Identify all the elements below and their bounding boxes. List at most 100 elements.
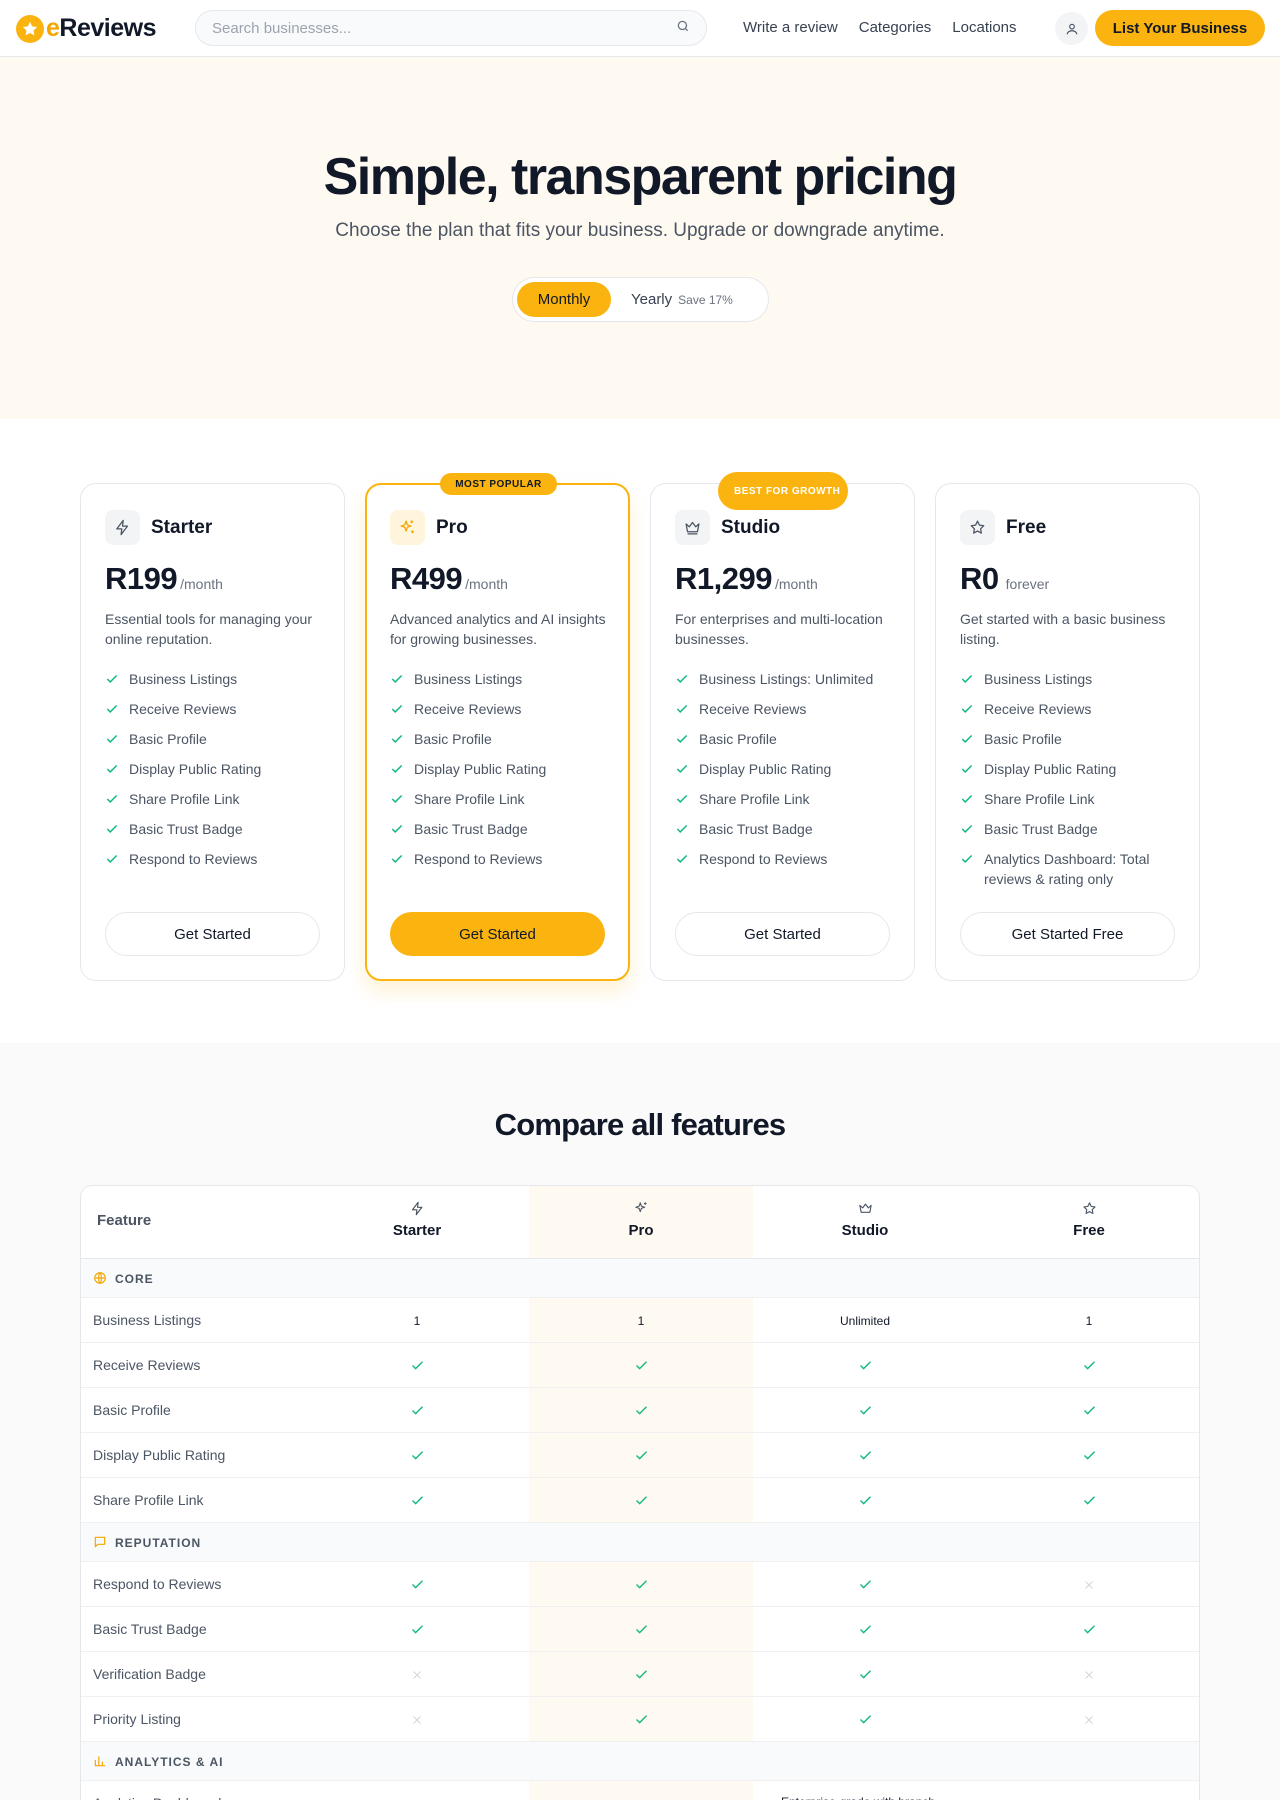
plan-description: Advanced analytics and AI insights for g… bbox=[390, 611, 606, 647]
table-row: Share Profile Link bbox=[81, 1478, 1199, 1523]
check-icon bbox=[676, 734, 688, 743]
check-icon bbox=[529, 1478, 753, 1523]
check-icon bbox=[106, 854, 118, 863]
search-icon[interactable] bbox=[676, 19, 690, 38]
check-icon bbox=[977, 1388, 1199, 1433]
section-header: ANALYTICS & AI bbox=[81, 1742, 1199, 1781]
feature-item: Respond to Reviews bbox=[105, 849, 330, 869]
cross-icon bbox=[977, 1562, 1199, 1607]
feature-list: Business Listings Receive Reviews Basic … bbox=[105, 669, 330, 879]
plan-name: Studio bbox=[721, 517, 781, 538]
feature-item: Receive Reviews bbox=[960, 699, 1185, 719]
search-input[interactable] bbox=[212, 19, 676, 37]
cross-icon bbox=[305, 1652, 529, 1697]
nav-locations[interactable]: Locations bbox=[952, 19, 1016, 36]
column-header-pro: Pro bbox=[529, 1201, 753, 1239]
billing-toggle: Monthly Yearly Save 17% bbox=[512, 277, 769, 322]
plan-name: Free bbox=[1006, 517, 1047, 538]
lightning-icon bbox=[105, 510, 140, 545]
check-icon bbox=[961, 764, 973, 773]
check-icon bbox=[391, 764, 403, 773]
feature-item: Share Profile Link bbox=[105, 789, 330, 809]
table-row: Respond to Reviews bbox=[81, 1562, 1199, 1607]
globe-icon bbox=[93, 1271, 107, 1290]
table-row: Basic Trust Badge bbox=[81, 1607, 1199, 1652]
plan-card-starter: Starter R199 /month Essential tools for … bbox=[80, 483, 345, 981]
check-icon bbox=[305, 1433, 529, 1478]
crown-icon bbox=[753, 1201, 977, 1219]
feature-item: Display Public Rating bbox=[675, 759, 900, 779]
get-started-free-button[interactable]: Get Started Free bbox=[960, 912, 1175, 956]
toggle-yearly-label: Yearly bbox=[631, 291, 673, 308]
check-icon bbox=[676, 674, 688, 683]
cross-icon bbox=[305, 1697, 529, 1742]
user-icon[interactable] bbox=[1055, 12, 1088, 45]
check-icon bbox=[977, 1343, 1199, 1388]
table-cell: 1 bbox=[1085, 1313, 1093, 1328]
toggle-monthly[interactable]: Monthly bbox=[517, 282, 611, 317]
section-header: CORE bbox=[81, 1259, 1199, 1298]
nav-write-review[interactable]: Write a review bbox=[743, 19, 838, 36]
compare-title: Compare all features bbox=[494, 1107, 786, 1142]
check-icon bbox=[106, 764, 118, 773]
check-icon bbox=[753, 1652, 977, 1697]
get-started-button[interactable]: Get Started bbox=[105, 912, 320, 956]
get-started-button[interactable]: Get Started bbox=[390, 912, 605, 956]
plan-price: R1,299 bbox=[675, 561, 772, 596]
table-cell: Enterprise-grade with branch bbox=[753, 1781, 977, 1800]
check-icon bbox=[391, 854, 403, 863]
nav-categories[interactable]: Categories bbox=[859, 19, 932, 36]
crown-icon bbox=[675, 510, 710, 545]
feature-column-header: Feature bbox=[97, 1212, 152, 1229]
feature-item: Respond to Reviews bbox=[675, 849, 900, 869]
feature-item: Share Profile Link bbox=[675, 789, 900, 809]
feature-name: Priority Listing bbox=[93, 1711, 181, 1727]
feature-item: Display Public Rating bbox=[960, 759, 1185, 779]
check-icon bbox=[753, 1433, 977, 1478]
feature-item: Display Public Rating bbox=[390, 759, 615, 779]
save-label: Save 17% bbox=[678, 292, 733, 307]
most-popular-badge: MOST POPULAR bbox=[440, 473, 557, 495]
check-icon bbox=[961, 734, 973, 743]
feature-item: Business Listings bbox=[960, 669, 1185, 689]
column-header-studio: Studio bbox=[753, 1201, 977, 1239]
check-icon bbox=[391, 674, 403, 683]
plan-period: /month bbox=[774, 576, 818, 592]
feature-item: Business Listings: Unlimited bbox=[675, 669, 900, 689]
message-square-icon bbox=[93, 1535, 107, 1554]
feature-name: Business Listings bbox=[93, 1312, 202, 1328]
check-icon bbox=[676, 824, 688, 833]
compare-table: Feature Starter Pro Studio Free CORE Busi… bbox=[80, 1185, 1200, 1800]
check-icon bbox=[676, 854, 688, 863]
table-row: Business Listings 1 1 Unlimited 1 bbox=[81, 1298, 1199, 1343]
feature-name: Receive Reviews bbox=[93, 1357, 201, 1373]
feature-list: Business Listings Receive Reviews Basic … bbox=[960, 669, 1185, 899]
table-cell: Unlimited bbox=[839, 1313, 890, 1328]
logo[interactable]: eReviews bbox=[16, 14, 156, 43]
toggle-yearly[interactable]: Yearly Save 17% bbox=[631, 282, 733, 317]
feature-list: Business Listings: Unlimited Receive Rev… bbox=[675, 669, 900, 879]
feature-item: Share Profile Link bbox=[390, 789, 615, 809]
table-row: Receive Reviews bbox=[81, 1343, 1199, 1388]
list-your-business-button[interactable]: List Your Business bbox=[1095, 10, 1265, 46]
feature-item: Basic Profile bbox=[105, 729, 330, 749]
feature-item: Display Public Rating bbox=[105, 759, 330, 779]
feature-item: Respond to Reviews bbox=[390, 849, 615, 869]
plan-card-studio: BEST FOR GROWTH Studio R1,299 /month For… bbox=[650, 472, 915, 981]
check-icon bbox=[305, 1478, 529, 1523]
check-icon bbox=[529, 1697, 753, 1742]
check-icon bbox=[961, 794, 973, 803]
lightning-icon bbox=[305, 1201, 529, 1219]
get-started-button[interactable]: Get Started bbox=[675, 912, 890, 956]
feature-item: Basic Trust Badge bbox=[675, 819, 900, 839]
check-icon bbox=[977, 1478, 1199, 1523]
check-icon bbox=[753, 1562, 977, 1607]
plan-period: forever bbox=[1005, 576, 1050, 592]
feature-item: Basic Trust Badge bbox=[390, 819, 615, 839]
table-row: Verification Badge bbox=[81, 1652, 1199, 1697]
search-bar[interactable] bbox=[195, 10, 707, 46]
table-row: Basic Profile bbox=[81, 1388, 1199, 1433]
column-header-starter: Starter bbox=[305, 1201, 529, 1239]
check-icon bbox=[529, 1562, 753, 1607]
cross-icon bbox=[977, 1697, 1199, 1742]
